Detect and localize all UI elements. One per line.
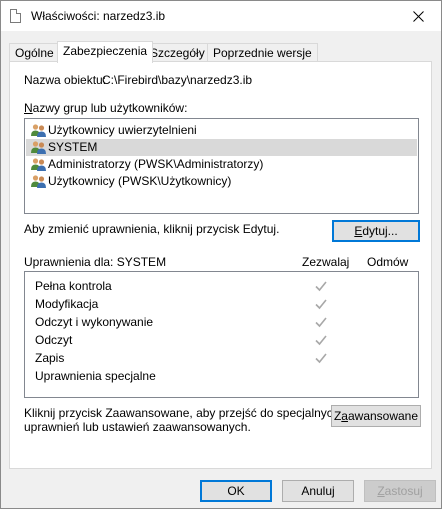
tab-details[interactable]: Szczegóły	[144, 43, 211, 62]
permission-name: Uprawnienia specjalne	[35, 369, 156, 383]
permission-name: Odczyt i wykonywanie	[35, 315, 154, 329]
close-button[interactable]	[395, 1, 441, 31]
permissions-list: Pełna kontrola Modyfikacja Odczyt i wyko…	[24, 271, 419, 398]
permission-row: Zapis	[25, 349, 418, 367]
check-icon	[315, 299, 327, 310]
list-item[interactable]: Administratorzy (PWSK\Administratorzy)	[26, 156, 417, 173]
permission-name: Odczyt	[35, 333, 73, 347]
group-label: SYSTEM	[48, 140, 98, 154]
advanced-hint-line2: uprawnień lub ustawień zaawansowanych.	[24, 420, 251, 434]
group-label: Administratorzy (PWSK\Administratorzy)	[48, 157, 264, 171]
title-bar[interactable]: Właściwości: narzedz3.ib	[1, 1, 441, 31]
permission-row: Pełna kontrola	[25, 277, 418, 295]
check-icon	[315, 353, 327, 364]
apply-button-rest: astosuj	[384, 484, 423, 498]
permission-name: Zapis	[35, 351, 65, 365]
check-icon	[315, 317, 327, 328]
users-icon	[31, 141, 46, 154]
permission-name: Modyfikacja	[35, 297, 99, 311]
permission-name: Pełna kontrola	[35, 279, 112, 293]
users-icon	[31, 158, 46, 171]
groups-listbox[interactable]: Użytkownicy uwierzytelnieni SYSTEM Admin…	[24, 118, 419, 214]
check-icon	[315, 281, 327, 292]
users-icon	[31, 124, 46, 137]
permission-row: Odczyt	[25, 331, 418, 349]
ok-button[interactable]: OK	[200, 480, 272, 502]
properties-dialog: Właściwości: narzedz3.ib Ogólne Zabezpie…	[0, 0, 442, 509]
allow-header: Zezwalaj	[302, 255, 350, 269]
object-name-value: C:\Firebird\bazy\narzedz3.ib	[102, 73, 253, 87]
permissions-label: Uprawnienia dla: SYSTEM	[24, 255, 167, 269]
document-icon	[10, 9, 21, 23]
advanced-button-rest: awansowane	[347, 409, 419, 423]
edit-button-rest: dytuj...	[362, 224, 398, 238]
list-item[interactable]: Użytkownicy (PWSK\Użytkownicy)	[26, 173, 417, 190]
tab-previous-versions[interactable]: Poprzednie wersje	[207, 43, 318, 62]
groups-label-rest: azwy grup lub użytkowników:	[32, 101, 188, 115]
deny-header: Odmów	[367, 255, 409, 269]
security-tab-panel: Nazwa obiektu: C:\Firebird\bazy\narzedz3…	[9, 61, 432, 469]
permission-row: Uprawnienia specjalne	[25, 367, 418, 385]
object-name-label: Nazwa obiektu:	[24, 73, 107, 87]
permission-row: Modyfikacja	[25, 295, 418, 313]
edit-hint: Aby zmienić uprawnienia, kliknij przycis…	[24, 222, 280, 236]
close-icon	[412, 10, 424, 22]
advanced-hint-line1: Kliknij przycisk Zaawansowane, aby przej…	[24, 406, 340, 420]
advanced-button[interactable]: Zaawansowane	[331, 405, 421, 427]
edit-button[interactable]: Edytuj...	[332, 220, 420, 242]
list-item[interactable]: SYSTEM	[26, 139, 417, 156]
window-title: Właściwości: narzedz3.ib	[31, 9, 166, 23]
permission-row: Odczyt i wykonywanie	[25, 313, 418, 331]
users-icon	[31, 175, 46, 188]
tab-general[interactable]: Ogólne	[9, 43, 60, 62]
check-icon	[315, 335, 327, 346]
group-label: Użytkownicy (PWSK\Użytkownicy)	[48, 174, 232, 188]
apply-button[interactable]: Zastosuj	[364, 480, 436, 502]
list-item[interactable]: Użytkownicy uwierzytelnieni	[26, 122, 417, 139]
group-label: Użytkownicy uwierzytelnieni	[48, 123, 197, 137]
cancel-button[interactable]: Anuluj	[282, 480, 354, 502]
groups-label: Nazwy grup lub użytkowników:	[24, 101, 188, 115]
tab-security[interactable]: Zabezpieczenia	[57, 41, 154, 63]
